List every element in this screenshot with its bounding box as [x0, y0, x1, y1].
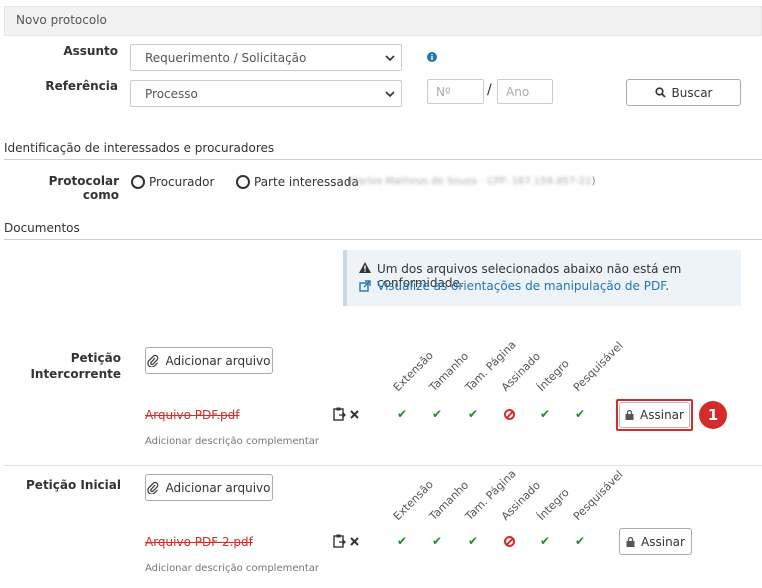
buscar-label: Buscar — [671, 85, 713, 100]
numero-input[interactable]: Nº — [427, 79, 484, 104]
status-ok-icon: ✔ — [468, 534, 479, 548]
status-fail-icon — [504, 536, 515, 547]
assunto-value: Requerimento / Solicitação — [145, 51, 307, 65]
add-file-label: Adicionar arquivo — [165, 480, 271, 495]
blurred-identity: Carlos Matheus de Souza - CPF: 167.159.8… — [350, 176, 592, 187]
parte-interessada-label: Parte interessada — [254, 175, 359, 189]
status-ok-icon: ✔ — [575, 407, 586, 421]
procurador-radio[interactable] — [131, 175, 145, 189]
lock-icon — [625, 410, 634, 420]
add-file-label: Adicionar arquivo — [165, 353, 271, 368]
compliance-alert: Um dos arquivos selecionados abaixo não … — [343, 250, 741, 306]
clipboard-replace-icon[interactable] — [333, 407, 346, 421]
col-pesquisavel: Pesquisável — [570, 468, 626, 523]
parte-interessada-detail: (Carlos Matheus de Souza - CPF: 167.159.… — [347, 176, 596, 187]
sign-button[interactable]: Assinar — [619, 528, 692, 555]
protocolar-label: Protocolar como — [48, 174, 119, 202]
status-ok-icon: ✔ — [575, 534, 586, 548]
col-integro: Íntegro — [534, 357, 572, 394]
row-label-line2: Intercorrente — [30, 367, 121, 381]
clipboard-replace-icon[interactable] — [333, 534, 346, 548]
section-divider — [4, 159, 762, 160]
documentos-section-title: Documentos — [4, 221, 80, 235]
remove-file-icon[interactable] — [350, 410, 359, 419]
sign-label: Assinar — [640, 408, 684, 422]
interessados-section-title: Identificação de interessados e procurad… — [4, 141, 275, 155]
status-fail-icon — [504, 409, 515, 420]
detail-close-paren: ) — [591, 176, 596, 187]
pdf-guidelines-link[interactable]: Visualize as orientações de manipulação … — [377, 279, 665, 293]
page-header — [4, 6, 762, 36]
status-ok-icon: ✔ — [432, 407, 443, 421]
info-icon[interactable] — [427, 52, 437, 62]
add-file-button[interactable]: Adicionar arquivo — [145, 474, 273, 501]
warning-icon — [359, 262, 371, 273]
sign-label: Assinar — [641, 534, 685, 549]
status-ok-icon: ✔ — [468, 407, 479, 421]
assunto-select[interactable]: Requerimento / Solicitação — [130, 44, 402, 71]
col-integro: Íntegro — [534, 486, 572, 523]
file-name[interactable]: Arquivo PDF.pdf — [145, 408, 239, 422]
parte-interessada-radio[interactable] — [236, 175, 250, 189]
status-ok-icon: ✔ — [432, 534, 443, 548]
row-label-line1: Petição Inicial — [26, 478, 121, 492]
chevron-down-icon — [385, 91, 395, 98]
col-pesquisavel: Pesquisável — [570, 339, 626, 394]
referencia-value: Processo — [145, 87, 198, 101]
status-ok-icon: ✔ — [397, 534, 408, 548]
procurador-label: Procurador — [149, 175, 215, 189]
lock-icon — [626, 536, 635, 547]
paperclip-icon — [147, 481, 159, 494]
add-file-button[interactable]: Adicionar arquivo — [145, 347, 273, 374]
assunto-label: Assunto — [63, 44, 118, 58]
alert-link-wrap: Visualize as orientações de manipulação … — [377, 279, 669, 293]
ano-input[interactable]: Ano — [497, 79, 553, 104]
status-ok-icon: ✔ — [540, 534, 551, 548]
referencia-label: Referência — [45, 79, 118, 93]
sign-button[interactable]: Assinar — [619, 402, 690, 428]
add-description-link[interactable]: Adicionar descrição complementar — [145, 563, 319, 574]
search-icon — [654, 87, 666, 98]
paperclip-icon — [147, 354, 159, 367]
page-title: Novo protocolo — [16, 13, 107, 27]
buscar-button[interactable]: Buscar — [626, 79, 741, 106]
file-name[interactable]: Arquivo PDF 2.pdf — [145, 535, 253, 549]
row-divider — [4, 465, 762, 466]
referencia-select[interactable]: Processo — [130, 80, 402, 107]
section-divider — [4, 239, 762, 240]
ref-separator: / — [487, 82, 492, 98]
external-link-icon — [359, 280, 371, 292]
add-description-link[interactable]: Adicionar descrição complementar — [145, 436, 319, 447]
chevron-down-icon — [385, 55, 395, 62]
callout-badge: 1 — [699, 401, 727, 429]
status-ok-icon: ✔ — [397, 407, 408, 421]
status-ok-icon: ✔ — [540, 407, 551, 421]
row-label-line1: Petição — [70, 351, 121, 365]
remove-file-icon[interactable] — [350, 537, 359, 546]
alert-link-suffix: . — [665, 279, 670, 293]
